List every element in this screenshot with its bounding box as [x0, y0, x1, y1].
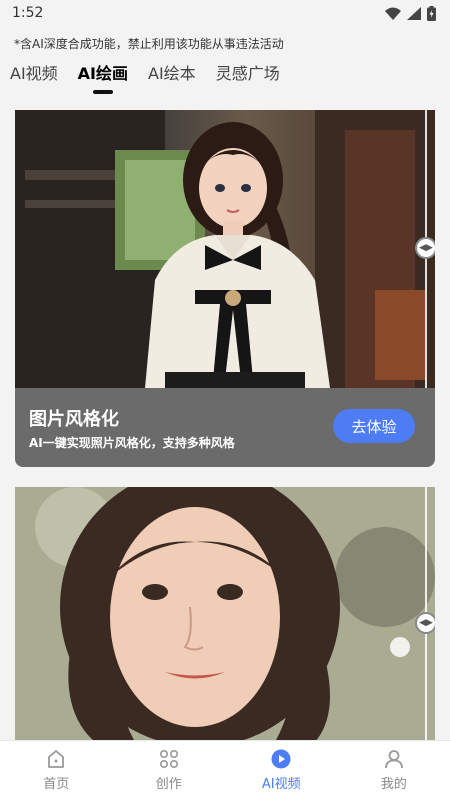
portrait-photo — [15, 487, 435, 740]
nav-label: 首页 — [43, 777, 70, 792]
drag-arrows-icon: ◀▶ — [419, 243, 433, 253]
wifi-icon — [385, 7, 401, 20]
nav-profile[interactable]: 我的 — [354, 749, 434, 792]
tab-inspiration-square[interactable]: 灵感广场 — [216, 60, 280, 94]
card-title: 图片风格化 — [29, 409, 119, 430]
nav-create[interactable]: 创作 — [129, 749, 209, 792]
compare-slider-handle[interactable]: ◀▶ — [415, 612, 435, 634]
nav-home[interactable]: 首页 — [16, 749, 96, 792]
signal-icon — [407, 6, 421, 20]
category-tabs: AI视频 AI绘画 AI绘本 灵感广场 — [10, 60, 280, 94]
status-time: 1:52 — [12, 5, 44, 21]
home-icon — [48, 750, 65, 768]
battery-icon — [427, 5, 436, 21]
tab-ai-video[interactable]: AI视频 — [10, 60, 58, 94]
nav-label: AI视频 — [261, 777, 301, 792]
compare-slider-handle[interactable]: ◀▶ — [415, 237, 435, 259]
tab-ai-painting[interactable]: AI绘画 — [78, 60, 128, 94]
drag-arrows-icon: ◀▶ — [419, 618, 433, 628]
card-subtitle: AI一键实现照片风格化，支持多种风格 — [29, 436, 235, 450]
nav-label: 我的 — [380, 777, 407, 792]
active-tab-indicator — [92, 90, 113, 94]
ai-notice: *含AI深度合成功能，禁止利用该功能从事违法活动 — [14, 37, 284, 51]
tab-ai-picture-book[interactable]: AI绘本 — [148, 60, 196, 94]
anime-girl-illustration — [15, 110, 435, 388]
nav-label: 创作 — [155, 777, 182, 792]
status-bar: 1:52 — [0, 0, 450, 26]
feed: ◀▶ 图片风格化 AI一键实现照片风格化，支持多种风格 去体验 ◀▶ — [0, 110, 450, 740]
style-transfer-card-info: 图片风格化 AI一键实现照片风格化，支持多种风格 去体验 — [15, 388, 435, 467]
tab-label: 灵感广场 — [215, 64, 280, 83]
style-transfer-preview-image[interactable]: ◀▶ — [15, 110, 435, 388]
play-icon — [271, 749, 291, 769]
tab-label: AI视频 — [10, 64, 58, 83]
portrait-preview-image[interactable]: ◀▶ — [15, 487, 435, 740]
bottom-navigation: 首页 创作 AI视频 我的 — [0, 740, 450, 800]
grid-icon — [159, 749, 178, 769]
tab-label: AI绘本 — [148, 64, 196, 83]
nav-ai-video[interactable]: AI视频 — [241, 749, 321, 792]
user-icon — [384, 750, 403, 769]
tab-label: AI绘画 — [77, 64, 129, 83]
try-now-button[interactable]: 去体验 — [333, 409, 415, 443]
status-icons — [385, 5, 436, 21]
